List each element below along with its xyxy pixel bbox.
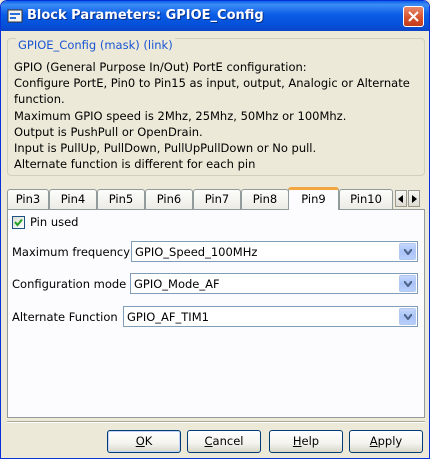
config-mode-value: GPIO_Mode_AF	[134, 277, 220, 291]
tab-pin3[interactable]: Pin3	[7, 189, 49, 209]
alt-function-label: Alternate Function	[12, 310, 118, 324]
help-button[interactable]: Help	[269, 430, 343, 453]
tab-pin10[interactable]: Pin10	[339, 189, 393, 209]
max-frequency-select[interactable]: GPIO_Speed_100MHz	[131, 241, 418, 262]
max-frequency-dropdown-button[interactable]	[399, 243, 416, 260]
tab-panel: Pin used Maximum frequency GPIO_Speed_10…	[7, 209, 425, 418]
tab-pin8[interactable]: Pin8	[241, 189, 289, 209]
checkmark-icon	[14, 218, 23, 227]
mask-group: GPIOE_Config (mask) (link) GPIO (General…	[7, 38, 425, 176]
config-mode-select[interactable]: GPIO_Mode_AF	[130, 273, 418, 294]
chevron-down-icon	[404, 281, 412, 287]
apply-button[interactable]: Apply	[349, 430, 423, 453]
mask-group-title: GPIOE_Config (mask) (link)	[16, 38, 175, 52]
block-parameters-icon	[7, 8, 23, 24]
config-mode-label: Configuration mode	[12, 277, 127, 291]
help-button-label: Help	[292, 434, 320, 448]
title-bar[interactable]: Block Parameters: GPIOE_Config	[1, 1, 429, 31]
cancel-button-label: Cancel	[204, 434, 244, 448]
chevron-down-icon	[404, 249, 412, 255]
ok-button-label: OK	[135, 434, 153, 448]
tab-pin6[interactable]: Pin6	[145, 189, 193, 209]
tab-pin7[interactable]: Pin7	[193, 189, 241, 209]
tab-pin9[interactable]: Pin9	[288, 187, 339, 210]
mask-description: GPIO (General Purpose In/Out) PortE conf…	[14, 59, 419, 172]
close-icon	[408, 11, 419, 22]
description-line: Input is PullUp, PullDown, PullUpPullDow…	[14, 141, 317, 156]
block-parameters-dialog: Block Parameters: GPIOE_Config GPIOE_Con…	[0, 0, 430, 459]
max-frequency-value: GPIO_Speed_100MHz	[135, 245, 258, 259]
pin-tabs: Pin3 Pin4 Pin5 Pin6 Pin7 Pin8 Pin9 Pin10	[7, 187, 425, 210]
config-mode-dropdown-button[interactable]	[399, 275, 416, 292]
pin-used-label: Pin used	[30, 215, 79, 229]
button-separator	[7, 421, 425, 423]
window-title: Block Parameters: GPIOE_Config	[27, 8, 264, 23]
description-line: Alternate function is different for each…	[14, 157, 256, 172]
triangle-right-icon	[412, 195, 417, 203]
cancel-button[interactable]: Cancel	[187, 430, 261, 453]
close-button[interactable]	[403, 6, 424, 27]
chevron-down-icon	[404, 314, 412, 320]
tab-scroll-right-button[interactable]	[408, 190, 420, 207]
pin-used-checkbox[interactable]	[12, 216, 25, 229]
apply-button-label: Apply	[369, 434, 403, 448]
description-line: Configure PortE, Pin0 to Pin15 as input,…	[14, 76, 410, 91]
triangle-left-icon	[398, 195, 403, 203]
max-frequency-label: Maximum frequency	[12, 245, 130, 259]
tab-pin5[interactable]: Pin5	[97, 189, 145, 209]
alt-function-dropdown-button[interactable]	[399, 308, 416, 325]
description-line: function.	[14, 92, 65, 107]
description-line: Output is PushPull or OpenDrain.	[14, 124, 203, 139]
alt-function-value: GPIO_AF_TIM1	[127, 310, 209, 324]
description-line: GPIO (General Purpose In/Out) PortE conf…	[14, 60, 307, 74]
description-line: Maximum GPIO speed is 2Mhz, 25Mhz, 50Mhz…	[14, 108, 347, 123]
tab-pin4[interactable]: Pin4	[49, 189, 97, 209]
tab-scroll-left-button[interactable]	[395, 190, 407, 207]
alt-function-select[interactable]: GPIO_AF_TIM1	[123, 306, 418, 327]
ok-button[interactable]: OK	[107, 430, 181, 453]
